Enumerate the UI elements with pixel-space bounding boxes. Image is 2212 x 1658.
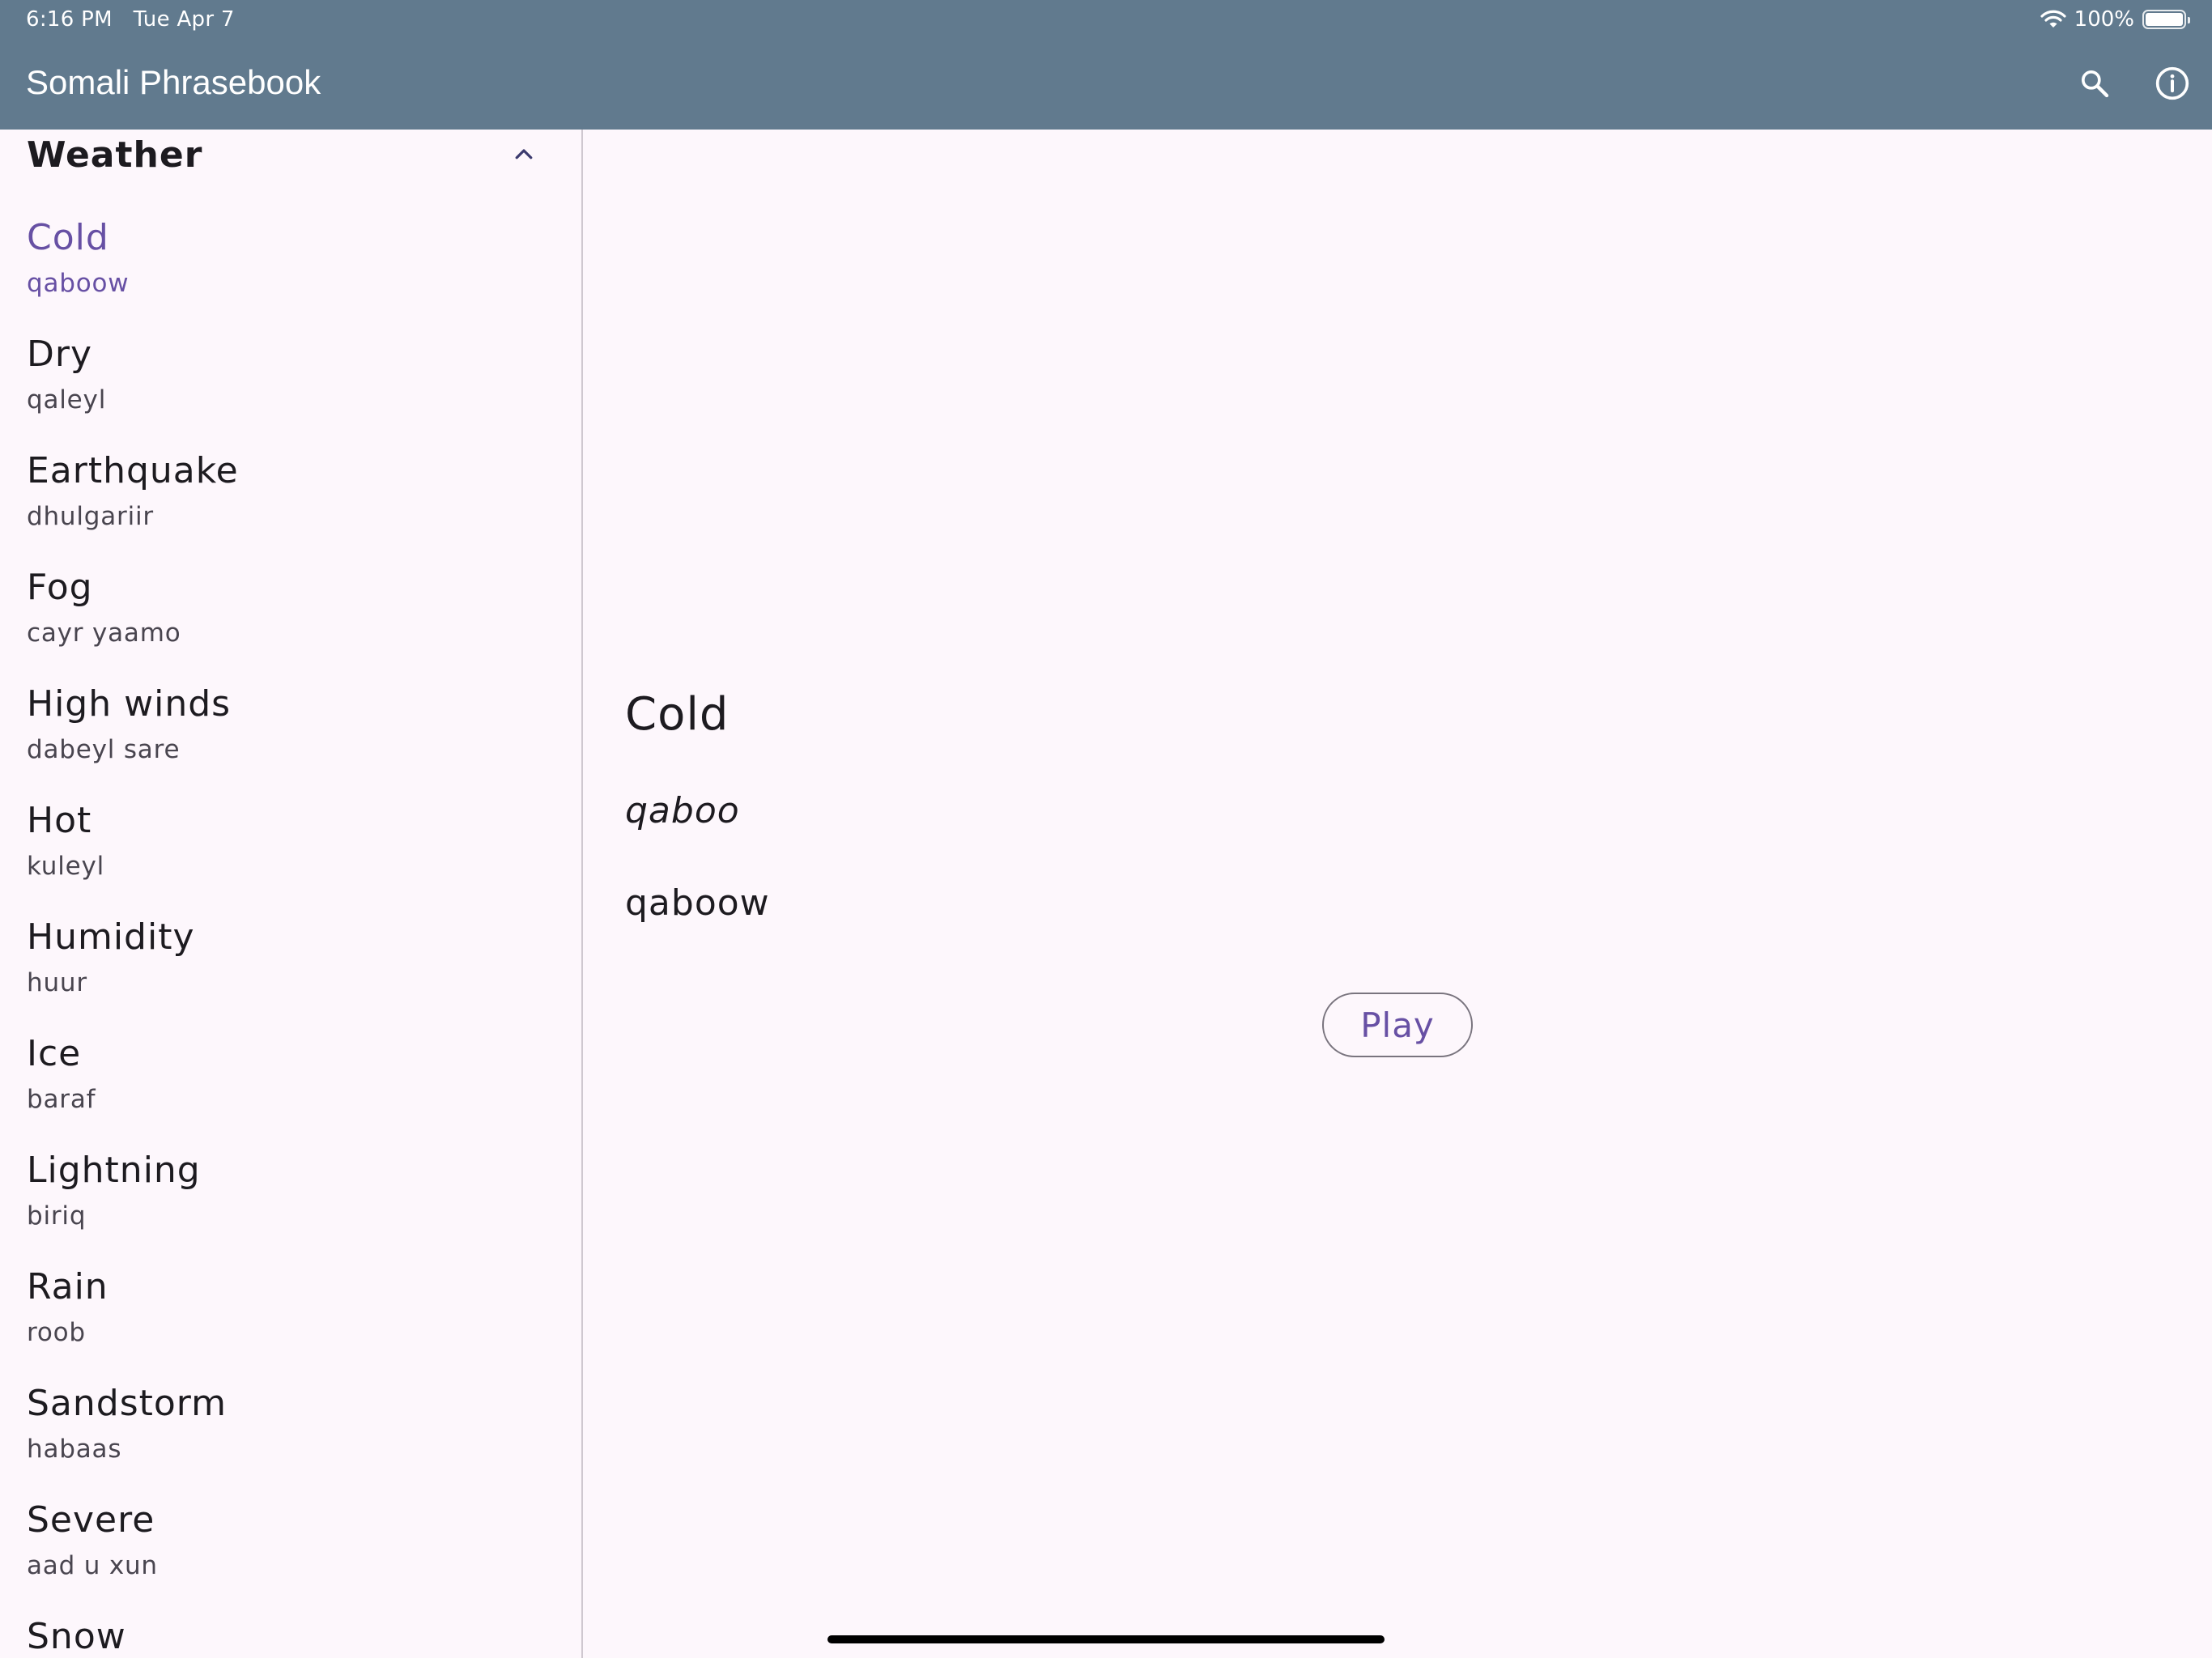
- phrase-detail-panel: Cold qaboo qaboow Play: [585, 130, 2212, 1658]
- phrase-english: Cold: [27, 217, 109, 258]
- phrase-english: Fog: [27, 567, 93, 608]
- search-icon: [2082, 70, 2109, 98]
- list-item[interactable]: Humidity huur: [0, 916, 581, 1033]
- list-item[interactable]: Severe aad u xun: [0, 1499, 581, 1616]
- wifi-icon: [2040, 10, 2066, 28]
- phrase-english: Humidity: [27, 916, 195, 958]
- list-item[interactable]: Cold qaboow: [0, 217, 581, 334]
- status-indicators: 100%: [2040, 5, 2190, 34]
- chevron-up-icon[interactable]: [512, 142, 536, 167]
- status-time: 6:16 PM Tue Apr 7: [26, 7, 235, 32]
- info-button[interactable]: [2152, 63, 2193, 104]
- info-icon: [2155, 66, 2189, 100]
- list-item[interactable]: Sandstorm habaas: [0, 1383, 581, 1499]
- phrase-somali: aad u xun: [27, 1551, 158, 1580]
- app-title: Somali Phrasebook: [26, 63, 321, 101]
- search-button[interactable]: [2074, 63, 2115, 104]
- detail-pronunciation: qaboo: [625, 790, 740, 831]
- phrase-english: Earthquake: [27, 450, 239, 491]
- phrase-english: Rain: [27, 1266, 108, 1307]
- battery-icon: [2142, 10, 2190, 29]
- status-date-text: Tue Apr 7: [133, 7, 235, 32]
- phrase-list: Cold qaboow Dry qaleyl Earthquake dhulga…: [0, 217, 581, 1658]
- detail-somali: qaboow: [625, 882, 770, 924]
- status-time-text: 6:16 PM: [26, 7, 113, 32]
- phrase-english: Ice: [27, 1033, 82, 1074]
- phrase-english: Sandstorm: [27, 1383, 227, 1424]
- list-item[interactable]: High winds dabeyl sare: [0, 683, 581, 800]
- list-item[interactable]: Earthquake dhulgariir: [0, 450, 581, 567]
- phrase-somali: qaleyl: [27, 385, 107, 414]
- phrase-somali: qaboow: [27, 269, 130, 298]
- list-item[interactable]: Rain roob: [0, 1266, 581, 1383]
- phrase-somali: biriq: [27, 1201, 87, 1231]
- list-item[interactable]: Snow: [0, 1616, 581, 1658]
- play-button[interactable]: Play: [1322, 993, 1473, 1057]
- list-item[interactable]: Fog cayr yaamo: [0, 567, 581, 683]
- detail-english: Cold: [625, 688, 730, 741]
- phrase-english: Hot: [27, 800, 92, 841]
- list-item[interactable]: Ice baraf: [0, 1033, 581, 1150]
- phrase-somali: roob: [27, 1318, 86, 1347]
- home-indicator[interactable]: [827, 1635, 1385, 1643]
- phrase-english: Dry: [27, 334, 93, 375]
- phrase-english: Severe: [27, 1499, 155, 1541]
- phrase-english: Snow: [27, 1616, 126, 1657]
- phrase-sidebar[interactable]: Weather Cold qaboow Dry qaleyl Earthquak…: [0, 130, 583, 1658]
- battery-percent: 100%: [2074, 7, 2134, 32]
- phrase-english: Lightning: [27, 1150, 201, 1191]
- top-bar: 6:16 PM Tue Apr 7 100% Somali Phrasebook: [0, 0, 2212, 130]
- phrase-somali: habaas: [27, 1435, 122, 1464]
- list-item[interactable]: Lightning biriq: [0, 1150, 581, 1266]
- phrase-english: High winds: [27, 683, 232, 725]
- phrase-somali: kuleyl: [27, 852, 105, 881]
- section-title: Weather: [27, 134, 203, 176]
- phrase-somali: dhulgariir: [27, 502, 154, 531]
- phrase-somali: huur: [27, 968, 87, 997]
- list-item[interactable]: Hot kuleyl: [0, 800, 581, 916]
- phrase-somali: baraf: [27, 1085, 96, 1114]
- battery-fill: [2146, 13, 2183, 26]
- section-header-weather[interactable]: Weather: [0, 130, 581, 186]
- list-item[interactable]: Dry qaleyl: [0, 334, 581, 450]
- phrase-somali: dabeyl sare: [27, 735, 181, 764]
- phrase-somali: cayr yaamo: [27, 619, 181, 648]
